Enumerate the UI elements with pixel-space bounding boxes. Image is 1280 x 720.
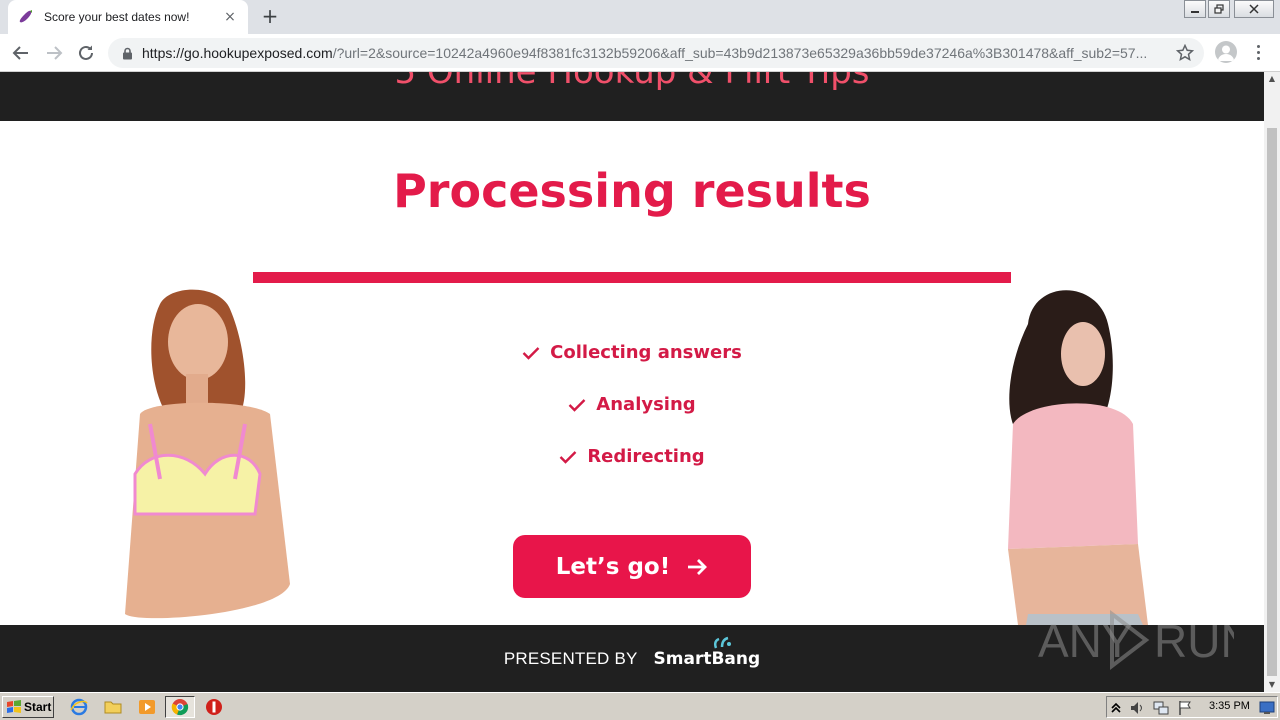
speaker-icon[interactable] [1129,700,1145,716]
model-photo-right [1008,290,1148,625]
reload-button[interactable] [74,41,98,65]
eggplant-icon [18,9,34,25]
anyrun-watermark: ANY RUN [1038,609,1234,671]
page-scrollbar[interactable]: ▲ ▼ [1264,72,1280,692]
top-banner: 5 Online Hookup & Flirt Tips [0,72,1264,121]
close-window-button[interactable] [1234,0,1274,18]
chrome-taskbar-button[interactable] [165,696,195,718]
check-icon [568,398,586,412]
arrow-left-icon [12,46,28,60]
scroll-thumb[interactable] [1267,128,1277,676]
restore-window-button[interactable] [1208,0,1230,18]
lock-icon [120,46,134,60]
browser-toolbar: https://go.hookupexposed.com/?url=2&sour… [0,34,1280,72]
progress-bar [253,272,1011,283]
step-label: Collecting answers [550,342,742,363]
stop-sign-icon[interactable] [205,698,223,716]
cta-label: Let’s go! [555,553,671,580]
address-bar[interactable]: https://go.hookupexposed.com/?url=2&sour… [108,38,1204,68]
page-title: Processing results [393,164,871,218]
step-label: Analysing [596,394,696,415]
chrome-icon [171,699,189,716]
page-viewport: 5 Online Hookup & Flirt Tips Processing … [0,72,1264,692]
check-icon [522,346,540,360]
show-desktop-icon[interactable] [1259,700,1275,716]
watermark-right-text: RUN [1154,615,1234,667]
network-icon[interactable] [1153,700,1169,716]
arrow-right-icon [47,46,63,60]
scroll-up-arrow-icon[interactable]: ▲ [1264,72,1280,86]
arrow-right-icon [688,558,708,575]
url-query: /?url=2&source=10242a4960e94f8381fc3132b… [332,45,1148,61]
url-host: https://go.hookupexposed.com [142,45,333,61]
tab-title: Score your best dates now! [44,10,190,24]
forward-button[interactable] [42,41,66,65]
taskbar-clock: 3:35 PM [1209,700,1250,712]
restore-icon [1214,4,1224,14]
close-tab-icon[interactable]: × [222,9,238,25]
model-photo-left [125,289,290,619]
folder-icon[interactable] [104,698,122,716]
browser-tab[interactable]: Score your best dates now! × [8,0,248,34]
banner-title: 5 Online Hookup & Flirt Tips [394,72,870,92]
new-tab-button[interactable]: + [258,5,282,29]
check-icon [559,450,577,464]
windows-logo-icon [7,700,21,713]
windows-taskbar: Start 3:35 PM [0,692,1280,720]
action-center-flag-icon[interactable] [1177,700,1193,716]
start-button[interactable]: Start [2,696,54,718]
profile-avatar-icon[interactable] [1215,41,1237,63]
presented-by-label: PRESENTED BY [503,648,638,668]
back-button[interactable] [9,41,33,65]
browser-menu-icon[interactable] [1252,41,1264,63]
lets-go-button[interactable]: Let’s go! [513,535,751,598]
bookmark-star-icon[interactable] [1176,44,1194,62]
scroll-down-arrow-icon[interactable]: ▼ [1264,678,1280,692]
chevron-up-icon[interactable] [1111,701,1121,713]
close-icon [1249,4,1259,14]
url-text: https://go.hookupexposed.com/?url=2&sour… [142,45,1162,61]
system-tray: 3:35 PM [1106,696,1278,718]
smartbang-logo: SmartBang [653,636,761,669]
brand-name: SmartBang [653,648,761,669]
tab-strip: Score your best dates now! × + [0,0,1280,34]
splash-icon [713,636,731,648]
media-player-icon[interactable] [138,698,156,716]
internet-explorer-icon[interactable] [70,698,88,716]
reload-icon [79,45,93,60]
start-label: Start [24,700,52,714]
step-label: Redirecting [587,446,705,467]
progress-fill [253,272,1011,283]
minimize-icon [1191,11,1199,13]
minimize-window-button[interactable] [1184,0,1206,18]
